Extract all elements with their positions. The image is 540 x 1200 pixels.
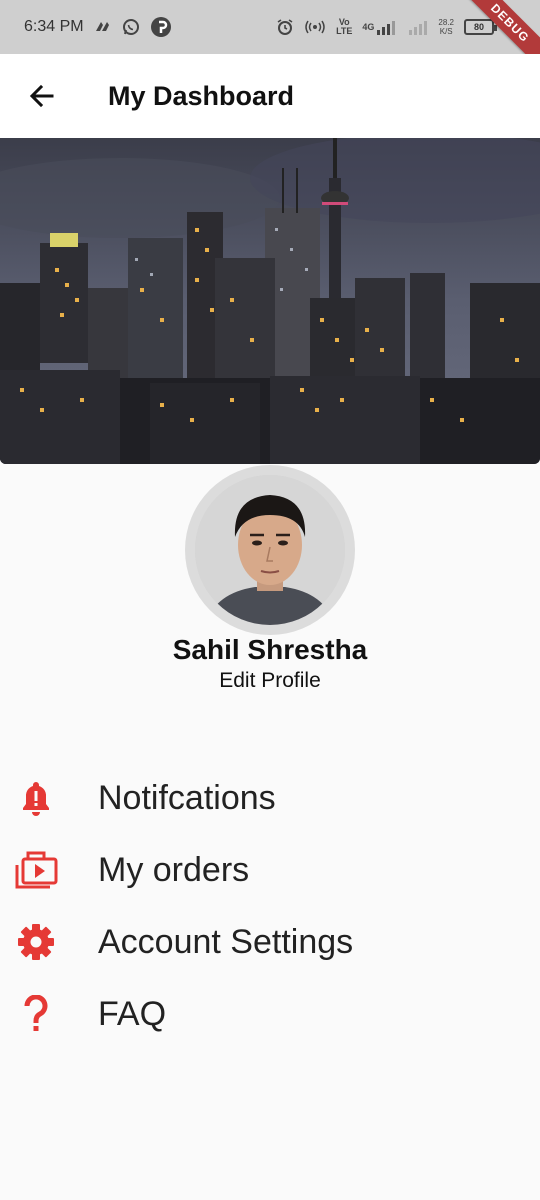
menu-item-notifications[interactable]: Notifcations <box>0 762 540 834</box>
menu-label: FAQ <box>98 994 167 1033</box>
edge-icon <box>94 19 112 35</box>
battery-icon: 80 <box>464 19 497 35</box>
status-bar: 6:34 PM Vo LTE 4G 28.2 K/S 80 DEBUG <box>0 0 540 74</box>
signal-icon-secondary <box>408 19 428 35</box>
menu-label: Account Settings <box>98 922 354 961</box>
status-time: 6:34 PM <box>24 18 84 35</box>
profile-name: Sahil Shrestha <box>172 634 368 665</box>
whatsapp-icon <box>122 18 140 36</box>
cover-image <box>0 138 540 464</box>
menu-item-account-settings[interactable]: Account Settings <box>0 906 540 978</box>
alarm-icon <box>276 18 294 36</box>
volte-indicator: Vo LTE <box>336 17 353 36</box>
bell-alert-icon <box>0 762 72 834</box>
question-icon <box>0 978 72 1050</box>
back-button[interactable] <box>0 54 84 138</box>
page-title: My Dashboard <box>108 80 295 111</box>
pinterest-icon <box>150 16 172 38</box>
avatar-image <box>195 475 345 625</box>
orders-icon <box>0 834 72 906</box>
avatar[interactable] <box>185 465 355 635</box>
hotspot-icon <box>304 19 326 35</box>
menu-label: My orders <box>98 850 250 889</box>
edit-profile-link[interactable]: Edit Profile <box>0 669 540 693</box>
arrow-left-icon <box>29 84 54 108</box>
menu-item-my-orders[interactable]: My orders <box>0 834 540 906</box>
signal-icon: 4G <box>362 19 398 35</box>
menu-label: Notifcations <box>98 778 276 817</box>
app-bar: My Dashboard <box>0 54 540 138</box>
network-speed: 28.2 K/S <box>438 18 454 36</box>
menu-item-faq[interactable]: FAQ <box>0 978 540 1050</box>
dashboard-menu: Notifcations My orders Account Settings … <box>0 762 540 1050</box>
gear-icon <box>0 906 72 978</box>
